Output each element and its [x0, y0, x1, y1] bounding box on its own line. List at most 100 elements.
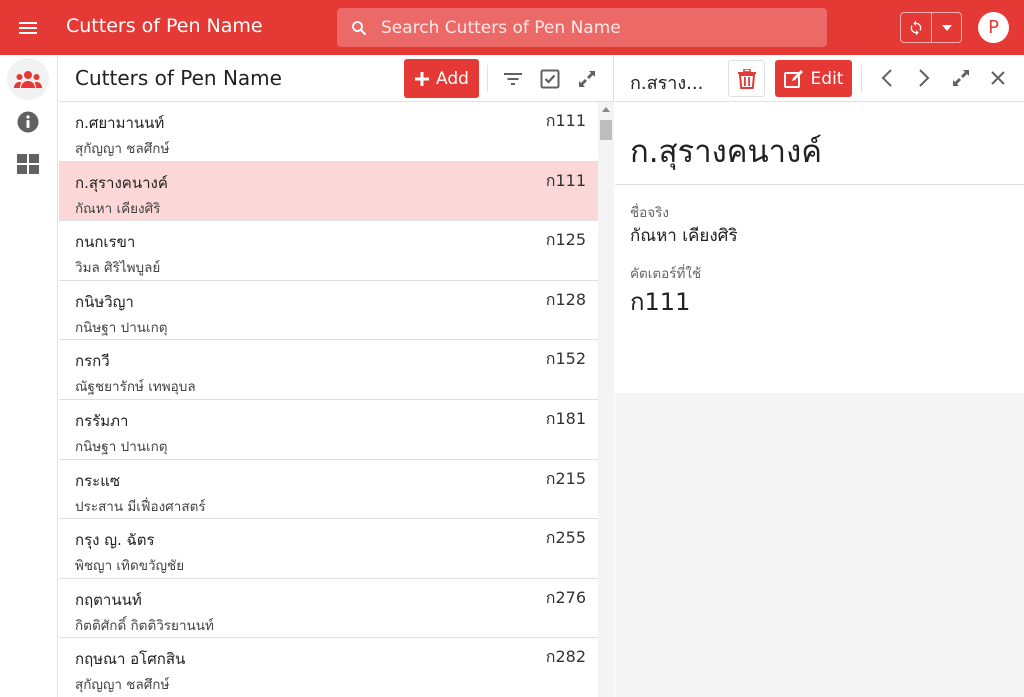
add-button-label: Add: [436, 68, 469, 89]
list-item-cutter-code: ก128: [545, 289, 586, 309]
list-item[interactable]: กฤษณา อโศกสินสุกัญญา ชลศึกษ์ ก282: [59, 638, 598, 697]
list-item[interactable]: กรกวีณัฐชยารักษ์ เทพอุบล ก152: [59, 340, 598, 400]
list-item[interactable]: กฤตานนท์กิตติศักดิ์ กิตติวิรยานนท์ ก276: [59, 579, 598, 639]
list-item-pen-name: กฤษณา อโศกสิน: [75, 650, 186, 669]
list-item-real-name: กิตติศักดิ์ กิตติวิรยานนท์: [75, 617, 214, 634]
list-item-pen-name: กระแซ: [75, 471, 121, 490]
detail-title: ก.สุรางคนางค์: [630, 134, 822, 170]
people-icon: [14, 71, 42, 88]
list-item-cutter-code: ก282: [545, 647, 586, 667]
list-header: Cutters of Pen Name Add: [59, 55, 613, 102]
list-item[interactable]: กรุง ญ. ฉัตรพิชญา เทิดขวัญชัย ก255: [59, 519, 598, 579]
chevron-right-icon: [919, 69, 930, 87]
sync-icon: [910, 20, 922, 35]
list-item-real-name: พิชญา เทิดขวัญชัย: [75, 558, 185, 575]
real-name-label: ชื่อจริง: [630, 205, 670, 221]
list-item-cutter-code: ก181: [545, 408, 586, 428]
list-title: Cutters of Pen Name: [75, 66, 282, 90]
list-item-real-name: ประสาน มีเฟื่องศาสตร์: [75, 498, 206, 515]
sync-button[interactable]: [901, 13, 932, 42]
avatar[interactable]: P: [978, 12, 1009, 43]
detail-divider: [615, 184, 1024, 185]
select-mode-button[interactable]: [534, 63, 566, 95]
scroll-up-arrow-icon[interactable]: [602, 107, 610, 112]
list-item-real-name: สุกัญญา ชลศึกษ์: [75, 141, 170, 157]
add-button[interactable]: Add: [404, 59, 479, 98]
list-item-pen-name: ก.ศยามานนท์: [75, 114, 165, 132]
detail-panel: ก.สราง... Edit ก.สุรางคนางค์ ชื่อจริง กั…: [615, 55, 1024, 697]
real-name-value: กัณหา เคียงศิริ: [630, 226, 738, 246]
expand-button[interactable]: [571, 63, 603, 95]
close-button[interactable]: [982, 62, 1014, 94]
list-item-pen-name: ก.สุรางคนางค์: [75, 173, 168, 192]
search-input[interactable]: [381, 17, 801, 38]
list-item[interactable]: กนกเรขาวิมล ศิริไพบูลย์ ก125: [59, 221, 598, 281]
caret-down-icon: [941, 24, 952, 31]
list-item-pen-name: กนิษวิญา: [75, 292, 134, 311]
list-item-pen-name: กนกเรขา: [75, 233, 136, 252]
side-rail: [0, 55, 58, 697]
trash-icon: [737, 68, 756, 89]
info-icon: [17, 111, 39, 133]
sync-button-group: [900, 12, 962, 43]
rail-item-info[interactable]: [7, 101, 49, 143]
filter-button[interactable]: [497, 63, 529, 95]
list-item-cutter-code: ก255: [545, 528, 586, 548]
next-button[interactable]: [908, 62, 940, 94]
list-item[interactable]: กระแซประสาน มีเฟื่องศาสตร์ ก215: [59, 460, 598, 520]
list-item-pen-name: กรรัมภา: [75, 411, 129, 430]
detail-header-divider: [861, 65, 862, 92]
dashboard-icon: [17, 154, 39, 174]
list-item[interactable]: กรรัมภากนิษฐา ปานเกตุ ก181: [59, 400, 598, 460]
sync-dropdown-button[interactable]: [932, 13, 961, 42]
list-item-cutter-code: ก215: [545, 468, 586, 488]
rail-item-dashboard[interactable]: [7, 143, 49, 185]
list-item-real-name: วิมล ศิริไพบูลย์: [75, 260, 161, 277]
list-item-pen-name: กฤตานนท์: [75, 590, 142, 609]
menu-button[interactable]: [0, 0, 56, 55]
search-icon: [337, 8, 381, 47]
expand-icon: [953, 70, 969, 86]
close-icon: [991, 71, 1005, 85]
list-item-real-name: กนิษฐา ปานเกตุ: [75, 319, 168, 336]
previous-button[interactable]: [871, 62, 903, 94]
header-divider: [487, 65, 488, 92]
list-scrollbar[interactable]: [598, 102, 614, 697]
scroll-thumb[interactable]: [600, 120, 612, 140]
detail-body: ก.สุรางคนางค์ ชื่อจริง กัณหา เคียงศิริ ค…: [615, 102, 1024, 393]
list-item-cutter-code: ก125: [545, 230, 586, 250]
detail-header-title: ก.สราง...: [630, 73, 704, 94]
edit-button[interactable]: Edit: [775, 60, 852, 97]
edit-button-label: Edit: [810, 68, 844, 89]
list-item-real-name: กัณหา เคียงศิริ: [75, 200, 161, 217]
rail-item-people[interactable]: [7, 58, 49, 100]
list-item-pen-name: กรกวี: [75, 352, 110, 371]
list-panel: Cutters of Pen Name Add ก.ศยามานนท์สุกัญ…: [59, 55, 614, 697]
list-item-real-name: ณัฐชยารักษ์ เทพอุบล: [75, 379, 196, 396]
list-item-cutter-code: ก276: [545, 587, 586, 607]
plus-icon: [415, 71, 430, 86]
list-item[interactable]: ก.สุรางคนางค์กัณหา เคียงศิริ ก111: [59, 161, 598, 222]
search-box[interactable]: [337, 8, 827, 47]
list-item[interactable]: กนิษวิญากนิษฐา ปานเกตุ ก128: [59, 281, 598, 341]
list-item-real-name: สุกัญญา ชลศึกษ์: [75, 677, 170, 694]
list-item-cutter-code: ก111: [545, 111, 586, 130]
edit-icon: [783, 69, 803, 88]
list-item[interactable]: ก.ศยามานนท์สุกัญญา ชลศึกษ์ ก111: [59, 102, 598, 162]
pen-name-list: ก.ศยามานนท์ สุกัญญา ชลศึกษ์ ก111 ก.สุรางคนา…: [59, 102, 598, 697]
hamburger-icon: [19, 21, 37, 35]
cutter-label: คัตเตอร์ที่ใช้: [630, 266, 702, 282]
filter-icon: [504, 73, 522, 85]
chevron-left-icon: [881, 69, 892, 87]
checkbox-icon: [540, 69, 560, 89]
cutter-value: ก111: [630, 288, 691, 316]
list-item-real-name: กนิษฐา ปานเกตุ: [75, 438, 168, 455]
list-item-cutter-code: ก111: [545, 170, 586, 190]
list-item-pen-name: กรุง ญ. ฉัตร: [75, 531, 155, 550]
top-app-bar: Cutters of Pen Name P: [0, 0, 1024, 55]
app-title: Cutters of Pen Name: [66, 15, 263, 37]
delete-button[interactable]: [728, 60, 765, 97]
list-item-cutter-code: ก152: [545, 349, 586, 369]
detail-expand-button[interactable]: [945, 62, 977, 94]
detail-header: ก.สราง... Edit: [615, 55, 1024, 102]
